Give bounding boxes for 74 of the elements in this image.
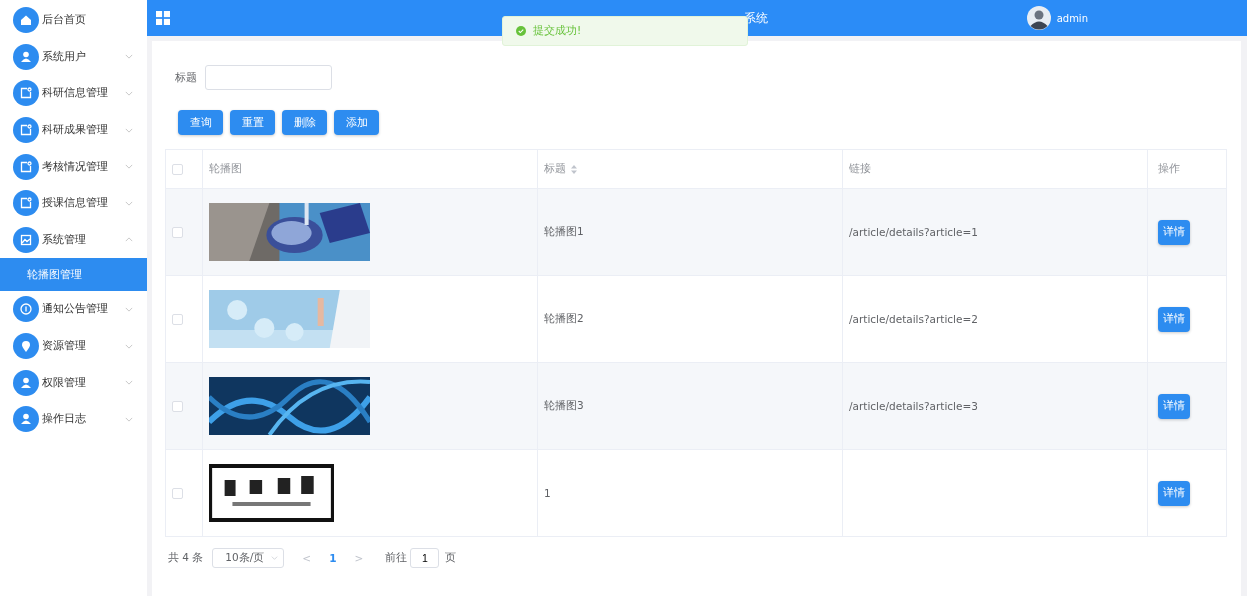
- row-checkbox[interactable]: [172, 400, 183, 412]
- menu-item[interactable]: 系统管理: [0, 221, 147, 259]
- action-button[interactable]: 查询: [178, 110, 223, 135]
- page-size-select[interactable]: 10条/页: [212, 548, 285, 568]
- title-input-field[interactable]: [205, 65, 332, 90]
- document-icon: [13, 190, 39, 217]
- chevron-down-icon: [125, 91, 133, 96]
- document-icon: [13, 80, 39, 107]
- table-cell: 1: [544, 487, 551, 499]
- row-checkbox[interactable]: [172, 226, 183, 238]
- document-icon: [13, 153, 39, 180]
- chevron-down-icon: [125, 343, 133, 349]
- table-cell: 轮播图1: [544, 225, 584, 239]
- details-button[interactable]: 详情: [1158, 393, 1190, 419]
- page-suffix: 页: [445, 551, 457, 565]
- chevron-down-icon: [125, 416, 133, 422]
- home-icon: [13, 7, 39, 34]
- user-icon: [13, 43, 39, 70]
- menu-item[interactable]: 后台首页: [0, 2, 147, 39]
- pin-icon: [13, 333, 39, 360]
- details-button[interactable]: 详情: [1158, 480, 1190, 506]
- submenu-item[interactable]: 轮播图管理: [0, 258, 147, 292]
- column-header[interactable]: 标题: [544, 162, 566, 176]
- info-icon: [13, 296, 39, 323]
- table-cell: /article/details?article=2: [849, 313, 978, 325]
- menu-item[interactable]: 科研成果管理: [0, 111, 147, 149]
- search-label: 标题: [175, 70, 197, 85]
- menu-item[interactable]: 权限管理: [0, 364, 147, 401]
- prev-page-button[interactable]: <: [302, 552, 312, 564]
- document-icon: [13, 117, 39, 144]
- sort-icon[interactable]: [571, 164, 577, 174]
- menu-item[interactable]: 考核情况管理: [0, 148, 147, 185]
- menu-item[interactable]: 授课信息管理: [0, 184, 147, 222]
- user-icon: [13, 369, 39, 396]
- action-button[interactable]: 重置: [230, 110, 275, 135]
- page-number[interactable]: 1: [329, 552, 337, 564]
- table-cell: /article/details?article=3: [849, 400, 978, 412]
- toast-message: 提交成功!: [533, 24, 582, 38]
- menu-item[interactable]: 资源管理: [0, 327, 147, 365]
- chevron-down-icon: [125, 127, 133, 133]
- action-button[interactable]: 添加: [334, 110, 379, 135]
- table-cell: 轮播图3: [544, 399, 584, 413]
- avatar-icon[interactable]: [1026, 6, 1051, 30]
- row-checkbox[interactable]: [172, 487, 183, 499]
- chevron-down-icon: [125, 200, 133, 206]
- goto-label: 前往: [385, 551, 408, 565]
- table-cell: 轮播图2: [544, 312, 584, 326]
- check-circle-icon: [516, 26, 526, 36]
- chevron-down-icon: [125, 380, 133, 386]
- menu-item[interactable]: 科研信息管理: [0, 75, 147, 112]
- grid-menu-icon[interactable]: [156, 11, 170, 25]
- table-cell: /article/details?article=1: [849, 226, 978, 238]
- page-input-field[interactable]: 1: [410, 548, 440, 568]
- select-all-checkbox[interactable]: [172, 163, 183, 175]
- user-name[interactable]: admin: [1056, 12, 1088, 24]
- next-page-button[interactable]: >: [354, 552, 364, 564]
- chevron-up-icon: [125, 237, 133, 243]
- menu-item[interactable]: 操作日志: [0, 400, 147, 438]
- total-count: 共 4 条: [168, 551, 204, 565]
- menu-item[interactable]: 通知公告管理: [0, 291, 147, 328]
- column-header: 轮播图: [209, 162, 242, 176]
- row-checkbox[interactable]: [172, 313, 183, 325]
- chevron-down-icon: [125, 54, 133, 60]
- menu-item[interactable]: 系统用户: [0, 38, 147, 76]
- image-icon: [13, 226, 39, 253]
- user-icon: [13, 406, 39, 433]
- column-header: 链接: [849, 162, 871, 176]
- action-button[interactable]: 删除: [282, 110, 327, 135]
- chevron-down-icon: [125, 164, 133, 170]
- chevron-down-icon: [125, 306, 133, 312]
- details-button[interactable]: 详情: [1158, 306, 1190, 332]
- chevron-down-icon: [271, 556, 279, 560]
- details-button[interactable]: 详情: [1158, 219, 1190, 245]
- column-header: 操作: [1158, 162, 1180, 176]
